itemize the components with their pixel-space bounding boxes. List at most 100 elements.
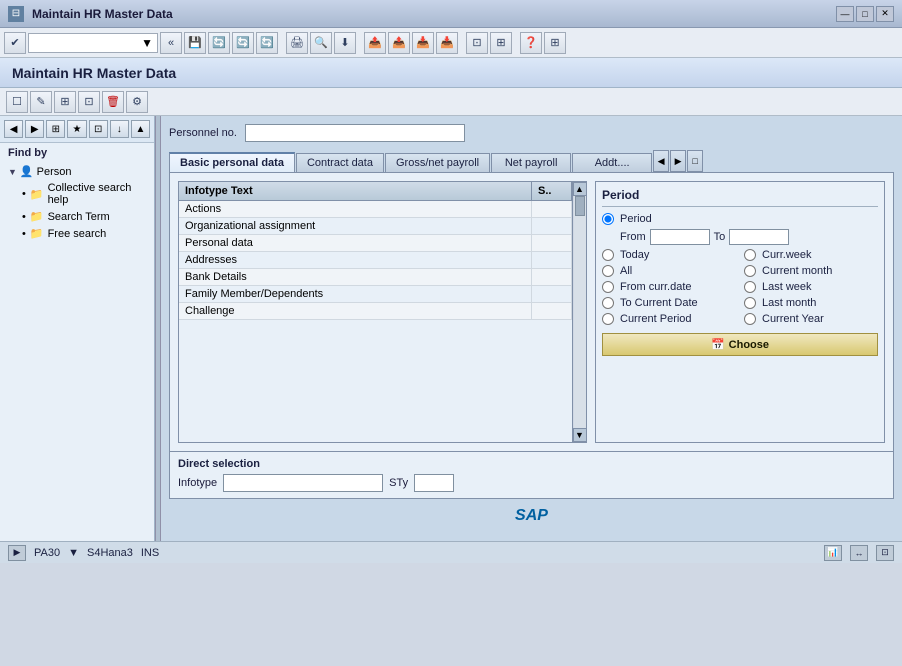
row-bank: Bank Details — [179, 269, 532, 285]
status-play-button[interactable]: ▶ — [8, 545, 26, 561]
tree-item-person[interactable]: ▼ 👤 Person — [0, 163, 154, 180]
infotype-input[interactable] — [223, 474, 383, 492]
radio-period[interactable] — [602, 213, 614, 225]
nav-settings-button[interactable]: ▲ — [131, 120, 150, 138]
tree-item-freesearch[interactable]: • 📁 Free search — [0, 225, 154, 242]
table-row[interactable]: Challenge — [179, 303, 572, 320]
view1-button[interactable]: ⊡ — [466, 32, 488, 54]
nav-expand-button[interactable]: ⊞ — [46, 120, 65, 138]
radio-currweek[interactable] — [744, 249, 756, 261]
tab-net-payroll[interactable]: Net payroll — [491, 153, 571, 172]
status-grid-button[interactable]: ⊡ — [876, 545, 894, 561]
table-row[interactable]: Personal data — [179, 235, 572, 252]
table-row[interactable]: Family Member/Dependents — [179, 286, 572, 303]
scroll-up-button[interactable]: ▲ — [573, 182, 587, 196]
upload-button[interactable]: 📤 — [364, 32, 386, 54]
overview-button[interactable]: ⚙ — [126, 91, 148, 113]
radio-lastmonth[interactable] — [744, 297, 756, 309]
choose-button[interactable]: 📅 Choose — [602, 333, 878, 356]
table-row[interactable]: Addresses — [179, 252, 572, 269]
radio-fromcurrdate[interactable] — [602, 281, 614, 293]
sty-input[interactable] — [414, 474, 454, 492]
tab-scroll-left[interactable]: ◀ — [653, 150, 669, 172]
print-button[interactable]: 🖨 — [286, 32, 308, 54]
radio-lastweek[interactable] — [744, 281, 756, 293]
nav-back-double[interactable]: « — [160, 32, 182, 54]
radio-currweek-label: Curr.week — [762, 249, 812, 261]
scroll-thumb[interactable] — [575, 196, 585, 216]
period-to-input[interactable] — [729, 229, 789, 245]
new-button[interactable]: ☐ — [6, 91, 28, 113]
th-s: S.. — [532, 182, 572, 200]
row-addresses-s — [532, 252, 572, 268]
tree-freesearch-label: Free search — [48, 228, 107, 240]
find-button[interactable]: 🔍 — [310, 32, 332, 54]
refresh3-button[interactable]: 🔄 — [256, 32, 278, 54]
nav-bookmark-button[interactable]: ★ — [67, 120, 86, 138]
dropdown-arrow: ▼ — [141, 36, 153, 50]
command-dropdown[interactable]: ▼ — [28, 33, 158, 53]
nav-sort-button[interactable]: ↓ — [110, 120, 129, 138]
tab-gross-net-payroll[interactable]: Gross/net payroll — [385, 153, 490, 172]
status-chart-button[interactable]: 📊 — [824, 545, 842, 561]
nav-prev-button[interactable]: ◀ — [4, 120, 23, 138]
tab-menu[interactable]: □ — [687, 150, 703, 172]
fromcurrdate-radio-row: From curr.date — [602, 281, 736, 293]
nav-next-button[interactable]: ▶ — [25, 120, 44, 138]
upload3-button[interactable]: 📥 — [412, 32, 434, 54]
row-family: Family Member/Dependents — [179, 286, 532, 302]
settings-button[interactable]: ⊞ — [544, 32, 566, 54]
title-bar-text: Maintain HR Master Data — [32, 7, 836, 21]
radio-fromcurrdate-label: From curr.date — [620, 281, 692, 293]
tab-scroll-right[interactable]: ▶ — [670, 150, 686, 172]
radio-currentmonth[interactable] — [744, 265, 756, 277]
table-row[interactable]: Organizational assignment — [179, 218, 572, 235]
table-row[interactable]: Actions — [179, 201, 572, 218]
tree-item-searchterm[interactable]: • 📁 Search Term — [0, 208, 154, 225]
tabs-container: Basic personal data Contract data Gross/… — [169, 150, 894, 172]
row-challenge-s — [532, 303, 572, 319]
radio-currentyear[interactable] — [744, 313, 756, 325]
tab-basic-personal-data[interactable]: Basic personal data — [169, 152, 295, 172]
period-from-input[interactable] — [650, 229, 710, 245]
edit-button[interactable]: ✎ — [30, 91, 52, 113]
save-button[interactable]: 💾 — [184, 32, 206, 54]
status-expand-button[interactable]: ↔ — [850, 545, 868, 561]
table-row[interactable]: Bank Details — [179, 269, 572, 286]
scroll-down-button[interactable]: ▼ — [573, 428, 587, 442]
title-bar: ⊟ Maintain HR Master Data — □ ✕ — [0, 0, 902, 28]
tab-addt[interactable]: Addt.... — [572, 153, 652, 172]
row-personal: Personal data — [179, 235, 532, 251]
upload4-button[interactable]: 📥 — [436, 32, 458, 54]
find-next-button[interactable]: ⬇ — [334, 32, 356, 54]
help-button[interactable]: ❓ — [520, 32, 542, 54]
row-actions-s — [532, 201, 572, 217]
row-personal-s — [532, 235, 572, 251]
maximize-button[interactable]: □ — [856, 6, 874, 22]
sty-label: STy — [389, 477, 408, 489]
status-pa30: PA30 — [34, 547, 60, 559]
refresh1-button[interactable]: 🔄 — [208, 32, 230, 54]
infotype-table-container: Infotype Text S.. Actions Organizational… — [178, 181, 587, 443]
all-radio-row: All — [602, 265, 736, 277]
delete-button[interactable]: 🗑 — [102, 91, 124, 113]
refresh2-button[interactable]: 🔄 — [232, 32, 254, 54]
radio-all[interactable] — [602, 265, 614, 277]
view2-button[interactable]: ⊞ — [490, 32, 512, 54]
tab-contract-data[interactable]: Contract data — [296, 153, 384, 172]
back-button[interactable]: ✔ — [4, 32, 26, 54]
nav-history-button[interactable]: ⊡ — [89, 120, 108, 138]
delimit-button[interactable]: ⊡ — [78, 91, 100, 113]
radio-today[interactable] — [602, 249, 614, 261]
close-button[interactable]: ✕ — [876, 6, 894, 22]
personnel-no-input[interactable] — [245, 124, 465, 142]
radio-currentperiod[interactable] — [602, 313, 614, 325]
upload2-button[interactable]: 📤 — [388, 32, 410, 54]
period-radio-grid: Today Curr.week All Current month — [602, 249, 878, 325]
personnel-no-label: Personnel no. — [169, 127, 237, 139]
radio-tocurrentdate[interactable] — [602, 297, 614, 309]
tree-item-collective[interactable]: • 📁 Collective search help — [0, 180, 154, 208]
minimize-button[interactable]: — — [836, 6, 854, 22]
copy-button[interactable]: ⊞ — [54, 91, 76, 113]
scroll-track[interactable] — [574, 196, 586, 428]
